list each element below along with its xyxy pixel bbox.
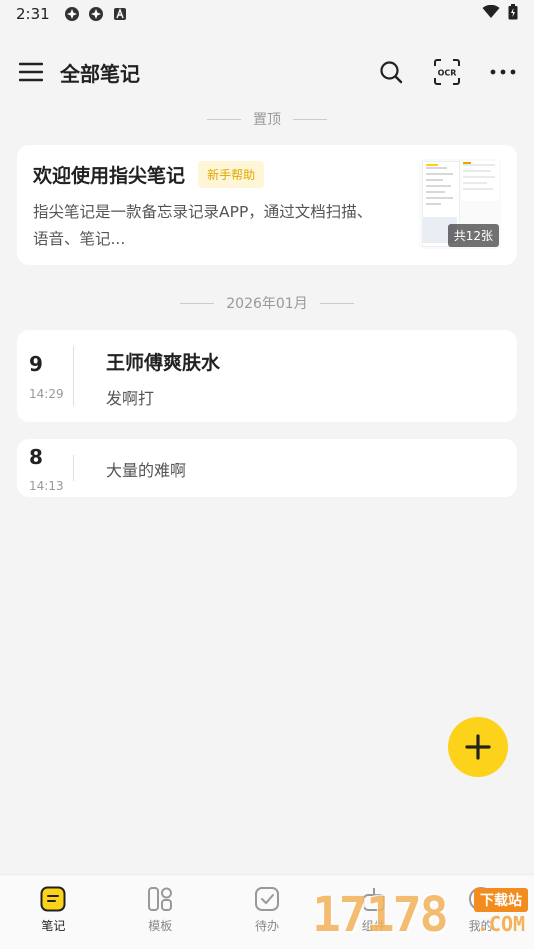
pinned-note-title: 欢迎使用指尖笔记 — [33, 165, 186, 187]
help-badge: 新手帮助 — [198, 161, 265, 188]
note-list-item[interactable]: 9 14:29 王师傅爽肤水 发啊打 — [17, 330, 517, 422]
accessibility-icon — [112, 6, 128, 22]
note-time: 14:29 — [29, 387, 64, 401]
note-day: 8 — [29, 445, 43, 469]
thumbnail-page-2 — [461, 161, 499, 201]
month-section-label: 2026年01月 — [226, 296, 308, 312]
nav-label: 模板 — [148, 919, 173, 933]
pinned-note-card[interactable]: 欢迎使用指尖笔记 新手帮助 指尖笔记是一款备忘录记录APP，通过文档扫描、语音、… — [17, 145, 517, 265]
note-date: 9 14:29 — [17, 330, 73, 422]
watermark-brand: 下载站 — [474, 888, 528, 912]
status-time: 2:31 — [16, 5, 50, 23]
nav-item-todo[interactable]: 待办 — [214, 875, 321, 949]
note-day: 9 — [29, 352, 43, 376]
menu-button[interactable] — [16, 57, 46, 87]
pinned-section-header: 置顶 — [0, 108, 534, 130]
image-count-badge: 共12张 — [447, 224, 499, 247]
note-content: 王师傅爽肤水 发啊打 — [90, 348, 220, 409]
nav-item-templates[interactable]: 模板 — [107, 875, 214, 949]
note-separator — [73, 455, 74, 481]
note-icon — [39, 885, 67, 913]
more-options-button[interactable] — [488, 57, 518, 87]
divider-line — [207, 118, 241, 120]
app-bar: 全部笔记 OCR — [0, 44, 534, 100]
note-text: 发啊打 — [106, 389, 155, 408]
add-note-button[interactable] — [448, 717, 508, 777]
note-title: 王师傅爽肤水 — [106, 352, 221, 374]
status-bar: 2:31 — [0, 0, 534, 28]
note-time: 14:13 — [29, 479, 64, 493]
ocr-scan-icon: OCR — [434, 59, 460, 85]
month-section-header: 2026年01月 — [0, 292, 534, 314]
divider-line — [319, 302, 354, 304]
watermark-domain: .COM — [476, 912, 526, 936]
todo-icon — [253, 885, 281, 913]
page-title: 全部笔记 — [60, 61, 140, 86]
svg-text:OCR: OCR — [438, 69, 457, 78]
search-icon — [380, 61, 403, 84]
divider-line — [180, 302, 215, 304]
template-icon — [146, 885, 174, 913]
search-button[interactable] — [376, 57, 406, 87]
more-dots-icon — [490, 69, 516, 75]
note-text: 大量的难啊 — [106, 461, 187, 480]
watermark-side: 下载站 .COM — [474, 888, 528, 936]
app-notification-icon-2 — [88, 6, 104, 22]
divider-line — [293, 118, 327, 120]
watermark-digits: 17178 — [312, 887, 448, 943]
ocr-button[interactable]: OCR — [432, 57, 462, 87]
hamburger-menu-icon — [19, 62, 43, 82]
plus-icon — [465, 734, 491, 760]
battery-icon — [508, 4, 518, 24]
note-list-item[interactable]: 8 14:13 大量的难啊 — [17, 439, 517, 497]
note-date: 8 14:13 — [17, 439, 73, 497]
nav-item-notes[interactable]: 笔记 — [0, 875, 107, 949]
nav-label: 笔记 — [41, 919, 66, 933]
wifi-icon — [482, 4, 500, 23]
pinned-section-label: 置顶 — [253, 112, 281, 128]
note-content: 大量的难啊 — [90, 457, 186, 481]
note-image-thumbnail[interactable]: 共12张 — [419, 159, 501, 249]
pinned-note-preview: 指尖笔记是一款备忘录记录APP，通过文档扫描、语音、笔记... — [33, 203, 373, 248]
note-separator — [73, 346, 74, 406]
nav-label: 待办 — [254, 919, 279, 933]
app-notification-icon — [64, 6, 80, 22]
site-watermark: 17178 下载站 .COM — [312, 882, 532, 948]
